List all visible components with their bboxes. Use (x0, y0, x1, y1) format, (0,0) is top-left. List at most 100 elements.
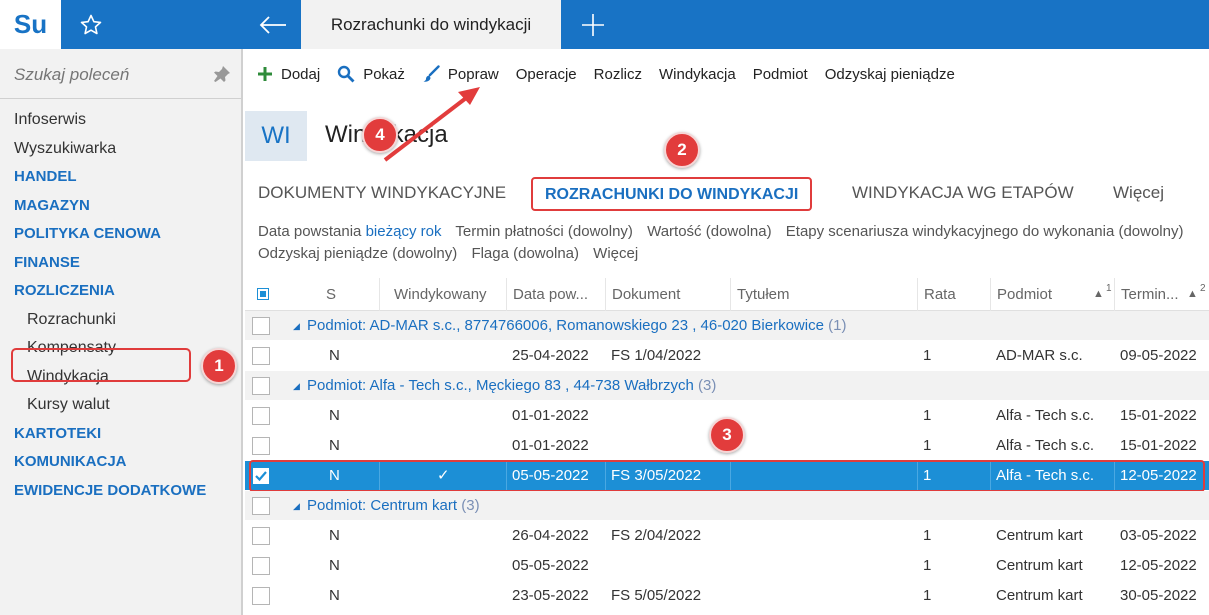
collapse-triangle-icon[interactable]: ◢ (293, 491, 300, 521)
row-checkbox[interactable] (252, 497, 270, 515)
column-podmiot[interactable]: Podmiot ▲ 1 (990, 278, 1114, 311)
app-logo[interactable]: Su (0, 0, 61, 49)
sidebar-item-rozrachunki[interactable]: Rozrachunki (0, 306, 243, 335)
sort-order-1: 1 (1106, 283, 1112, 294)
new-tab-plus-icon[interactable] (565, 0, 621, 49)
column-data[interactable]: Data pow... (506, 278, 605, 311)
filter-data-value[interactable]: bieżący rok (366, 223, 442, 240)
filter-etapy[interactable]: Etapy scenariusza windykacyjnego do wyko… (786, 223, 1184, 240)
sidebar-nav: Infoserwis Wyszukiwarka HANDEL MAGAZYN POLIT… (0, 106, 243, 505)
grid-header: S Windykowany Data pow... Dokument Tytuł… (245, 278, 1209, 311)
row-checkbox[interactable] (252, 527, 270, 545)
row-checkbox[interactable] (252, 407, 270, 425)
cell-rata: 1 (923, 557, 932, 574)
row-checkbox[interactable] (252, 347, 270, 365)
filter-more[interactable]: Więcej (593, 245, 638, 262)
subtabs: DOKUMENTY WINDYKACYJNE ROZRACHUNKI DO WI… (245, 177, 1209, 211)
filter-data-powstania[interactable]: Data powstania bieżący rok (258, 223, 441, 240)
cell-podmiot: Centrum kart (996, 587, 1083, 604)
filter-odzyskaj[interactable]: Odzyskaj pieniądze (dowolny) (258, 245, 457, 262)
column-rata[interactable]: Rata (917, 278, 990, 311)
check-icon (255, 471, 267, 482)
filter-flaga[interactable]: Flaga (dowolna) (471, 245, 579, 262)
select-all-checkbox[interactable] (257, 288, 269, 300)
settle-button[interactable]: Rozlicz (594, 66, 642, 83)
module-badge: WI (245, 111, 307, 161)
column-separator (605, 461, 606, 491)
group-row[interactable]: ◢ Podmiot: AD-MAR s.c., 8774766006, Roman… (245, 311, 1209, 341)
sidebar-item-wyszukiwarka[interactable]: Wyszukiwarka (0, 135, 243, 164)
group-label: Podmiot: AD-MAR s.c., 8774766006, Romano… (307, 311, 846, 341)
cell-s: N (329, 557, 340, 574)
recover-money-button[interactable]: Odzyskaj pieniądze (825, 66, 955, 83)
sidebar-item-polityka-cenowa[interactable]: POLITYKA CENOWA (0, 220, 243, 249)
sidebar-item-ewidencje-dodatkowe[interactable]: EWIDENCJE DODATKOWE (0, 477, 243, 506)
cell-s: N (329, 437, 340, 454)
tab-dokumenty-windykacyjne[interactable]: DOKUMENTY WINDYKACYJNE (258, 177, 506, 211)
table-row[interactable]: N 25-04-2022 FS 1/04/2022 1 AD-MAR s.c. 09-05… (245, 341, 1209, 371)
row-checkbox[interactable] (252, 437, 270, 455)
row-checkbox[interactable] (252, 587, 270, 605)
sidebar-item-infoserwis[interactable]: Infoserwis (0, 106, 243, 135)
sidebar-item-komunikacja[interactable]: KOMUNIKACJA (0, 448, 243, 477)
cell-data: 25-04-2022 (512, 347, 589, 364)
sidebar-item-kartoteki[interactable]: KARTOTEKI (0, 420, 243, 449)
grid-body: ◢ Podmiot: AD-MAR s.c., 8774766006, Roman… (245, 311, 1209, 611)
debt-collection-button[interactable]: Windykacja (659, 66, 736, 83)
tab-rozrachunki-do-windykacji[interactable]: Rozrachunki do windykacji (301, 0, 561, 49)
show-button[interactable]: Pokaż (337, 65, 405, 83)
filter-wartosc[interactable]: Wartość (dowolna) (647, 223, 771, 240)
entity-button[interactable]: Podmiot (753, 66, 808, 83)
cell-data: 23-05-2022 (512, 587, 589, 604)
back-arrow-icon[interactable] (245, 0, 301, 49)
search-icon (338, 65, 355, 83)
sidebar-item-kursy-walut[interactable]: Kursy walut (0, 391, 243, 420)
table-row[interactable]: N ✓ 05-05-2022 FS 3/05/2022 1 Alfa - Tech s.c… (245, 460, 1209, 492)
row-checkbox[interactable] (252, 377, 270, 395)
annotation-badge-3: 3 (709, 417, 745, 453)
operations-button[interactable]: Operacje (516, 66, 577, 83)
sidebar-item-handel[interactable]: HANDEL (0, 163, 243, 192)
edit-button[interactable]: Popraw (422, 65, 499, 83)
command-search-input[interactable] (14, 63, 204, 87)
sidebar-item-rozliczenia[interactable]: ROZLICZENIA (0, 277, 243, 306)
collapse-triangle-icon[interactable]: ◢ (293, 371, 300, 401)
plus-icon (258, 67, 272, 81)
cell-dokument: FS 3/05/2022 (611, 467, 702, 484)
cell-termin: 12-05-2022 (1120, 467, 1197, 484)
group-row[interactable]: ◢ Podmiot: Centrum kart (3) (245, 491, 1209, 521)
favorites-star-icon[interactable] (61, 0, 121, 49)
pin-icon[interactable] (213, 65, 231, 83)
group-row[interactable]: ◢ Podmiot: Alfa - Tech s.c., Męckiego 83 … (245, 371, 1209, 401)
show-button-label: Pokaż (363, 65, 405, 83)
sidebar-item-magazyn[interactable]: MAGAZYN (0, 192, 243, 221)
sidebar: InfoserwisWyszukiwarkaHANDELMAGAZYNPOLIT… (0, 49, 243, 615)
cell-s: N (329, 527, 340, 544)
column-tytulem[interactable]: Tytułem (730, 278, 917, 311)
cell-rata: 1 (923, 527, 932, 544)
cell-rata: 1 (923, 587, 932, 604)
add-button[interactable]: Dodaj (257, 66, 320, 83)
row-checkbox[interactable] (252, 557, 270, 575)
table-row[interactable]: N 26-04-2022 FS 2/04/2022 1 Centrum kart 03-0… (245, 521, 1209, 551)
column-termin[interactable]: Termin... ▲ 2 (1114, 278, 1209, 311)
table-row[interactable]: N 05-05-2022 1 Centrum kart 12-05-2022 (245, 551, 1209, 581)
tab-more[interactable]: Więcej (1113, 177, 1164, 211)
cell-rata: 1 (923, 437, 932, 454)
tab-windykacja-wg-etapow[interactable]: WINDYKACJA WG ETAPÓW (852, 177, 1074, 211)
sidebar-item-finanse[interactable]: FINANSE (0, 249, 243, 278)
column-dokument[interactable]: Dokument (605, 278, 730, 311)
filter-termin[interactable]: Termin płatności (dowolny) (455, 223, 633, 240)
row-checkbox[interactable] (252, 317, 270, 335)
cell-s: N (329, 407, 340, 424)
tab-rozrachunki-do-windykacji-active[interactable]: ROZRACHUNKI DO WINDYKACJI (531, 177, 813, 211)
filter-data-label: Data powstania (258, 223, 362, 240)
group-title: Podmiot: Alfa - Tech s.c., Męckiego 83 ,… (307, 377, 694, 394)
column-windykowany[interactable]: Windykowany (379, 278, 506, 311)
collapse-triangle-icon[interactable]: ◢ (293, 311, 300, 341)
column-s[interactable]: S (283, 278, 379, 311)
group-title: Podmiot: Centrum kart (307, 497, 458, 514)
cell-rata: 1 (923, 347, 932, 364)
row-checkbox[interactable] (252, 467, 270, 485)
table-row[interactable]: N 23-05-2022 FS 5/05/2022 1 Centrum kart 30-0… (245, 581, 1209, 611)
